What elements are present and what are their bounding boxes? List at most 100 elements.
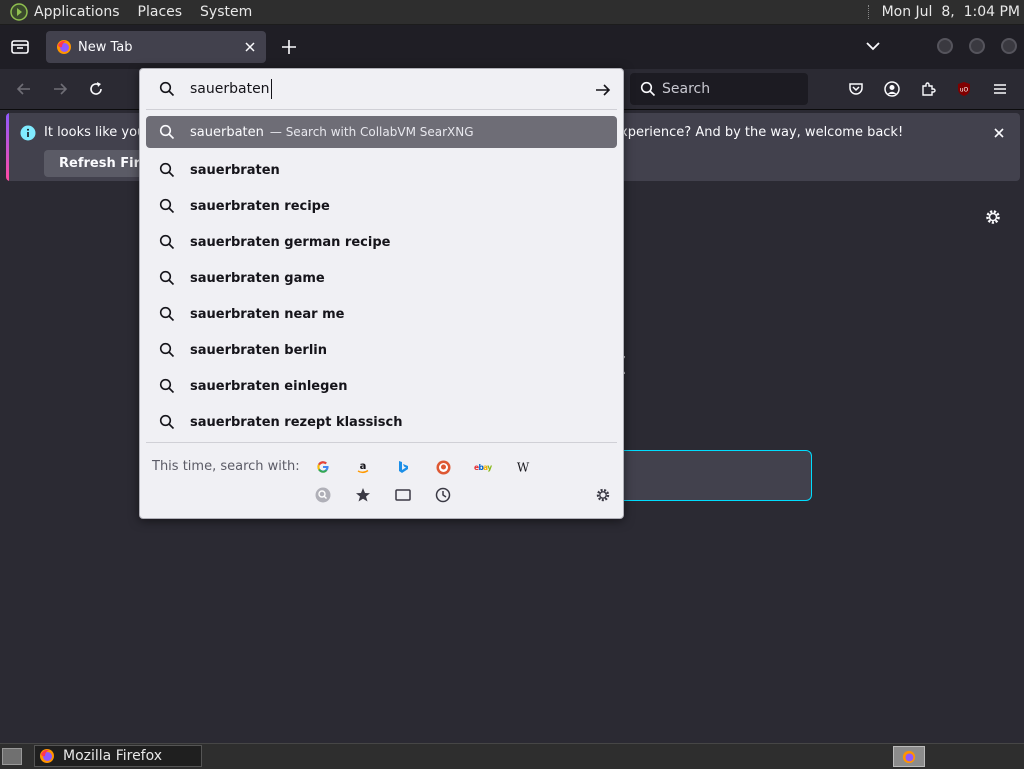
menu-places[interactable]: Places (138, 4, 183, 20)
svg-text:a: a (360, 461, 367, 472)
list-all-tabs-chevron-icon[interactable] (865, 40, 881, 52)
urlbar-dropdown: sauerbaten sauerbaten — Search with Colla… (139, 68, 624, 519)
oneoff-label: This time, search with: (152, 459, 300, 474)
suggestion-row[interactable]: sauerbraten recipe (146, 188, 617, 224)
hamburger-menu-icon[interactable] (992, 81, 1008, 97)
heuristic-result-row[interactable]: sauerbaten — Search with CollabVM SearXNG (146, 116, 617, 148)
wikipedia-icon: W (517, 461, 530, 473)
svg-text:uO: uO (960, 87, 969, 94)
search-icon (159, 414, 175, 430)
heuristic-query: sauerbaten (190, 124, 264, 140)
google-engine-button[interactable] (312, 456, 334, 478)
suggestion-text: sauerbraten recipe (190, 198, 330, 214)
duckduckgo-engine-button[interactable] (432, 456, 454, 478)
search-icon (159, 162, 175, 178)
search-icon (159, 198, 175, 214)
suggestion-row[interactable]: sauerbraten (146, 152, 617, 188)
search-bar-placeholder: Search (662, 81, 711, 97)
close-window-button[interactable] (1001, 38, 1017, 54)
notification-message: It looks like you (44, 125, 146, 140)
go-arrow-icon[interactable] (595, 82, 611, 98)
back-arrow-icon[interactable] (16, 81, 32, 97)
info-icon (20, 125, 36, 141)
suggestion-list: sauerbraten sauerbraten recipe sauerbraten… (146, 152, 617, 440)
bing-icon (399, 461, 408, 473)
firefox-favicon-icon (57, 40, 71, 54)
ublock-origin-icon[interactable]: uO (956, 81, 972, 97)
suggestion-row[interactable]: sauerbraten rezept klassisch (146, 404, 617, 440)
suggestion-row[interactable]: sauerbraten near me (146, 296, 617, 332)
clock[interactable]: Mon Jul 8, 1:04 PM (882, 4, 1020, 20)
pocket-icon[interactable] (848, 81, 864, 97)
tab-new-tab[interactable]: New Tab (46, 31, 266, 63)
search-bar[interactable]: Search (630, 73, 808, 105)
distro-logo-icon[interactable] (10, 3, 28, 21)
close-notification-icon[interactable] (992, 126, 1006, 140)
tabs-mode-button[interactable] (392, 484, 414, 506)
oneoff-divider (146, 442, 617, 443)
search-mode-button[interactable] (312, 484, 334, 506)
svg-text:W: W (517, 461, 530, 473)
firefox-workspace-icon (902, 750, 916, 763)
suggestion-text: sauerbraten berlin (190, 342, 327, 358)
bottom-taskbar: Mozilla Firefox (0, 743, 1024, 769)
wikipedia-engine-button[interactable]: W (512, 456, 534, 478)
new-tab-search-box[interactable] (610, 450, 812, 501)
search-icon (159, 270, 175, 286)
amazon-engine-button[interactable]: a (352, 456, 374, 478)
suggestion-text: sauerbraten rezept klassisch (190, 414, 403, 430)
heuristic-action: — Search with CollabVM SearXNG (269, 124, 474, 139)
panel-status-area: Mon Jul 8, 1:04 PM (867, 4, 1020, 20)
account-icon[interactable] (884, 81, 900, 97)
search-icon (159, 378, 175, 394)
customize-new-tab-gear-icon[interactable] (984, 208, 1002, 226)
firefox-taskbar-icon (40, 749, 54, 763)
notification-message-continued: xperience? And by the way, welcome back! (620, 125, 904, 140)
google-icon (317, 461, 329, 473)
search-icon (159, 234, 175, 250)
heuristic-result-text: sauerbaten — Search with CollabVM SearXNG (190, 125, 474, 140)
suggestion-row[interactable]: sauerbraten german recipe (146, 224, 617, 260)
urlbar-input-row: sauerbaten (140, 69, 623, 109)
taskbar-firefox-window[interactable]: Mozilla Firefox (34, 745, 202, 767)
search-settings-button[interactable] (592, 484, 614, 506)
history-icon (435, 487, 451, 503)
suggestion-text: sauerbraten game (190, 270, 325, 286)
duckduckgo-icon (436, 460, 450, 474)
urlbar-input[interactable]: sauerbaten (190, 79, 272, 99)
workspace-switcher[interactable] (893, 746, 925, 767)
tab-title: New Tab (78, 39, 133, 55)
minimize-window-button[interactable] (937, 38, 953, 54)
suggestion-row[interactable]: sauerbraten einlegen (146, 368, 617, 404)
suggestion-text: sauerbraten german recipe (190, 234, 391, 250)
show-desktop-button[interactable] (2, 748, 22, 765)
forward-arrow-icon[interactable] (52, 81, 68, 97)
firefox-view-icon[interactable] (11, 39, 29, 55)
history-mode-button[interactable] (432, 484, 454, 506)
svg-text:y: y (487, 463, 492, 472)
ebay-engine-button[interactable]: e b a y (472, 456, 494, 478)
bookmarks-mode-button[interactable] (352, 484, 374, 506)
search-icon (159, 306, 175, 322)
menu-applications[interactable]: Applications (34, 4, 120, 20)
menu-system[interactable]: System (200, 4, 252, 20)
ebay-icon: e b a y (474, 463, 492, 472)
urlbar-results-list: sauerbaten — Search with CollabVM SearXNG… (146, 116, 617, 440)
maximize-window-button[interactable] (969, 38, 985, 54)
new-tab-plus-icon[interactable] (280, 38, 298, 56)
suggestion-row[interactable]: sauerbraten game (146, 260, 617, 296)
tab-strip: New Tab (0, 25, 1024, 69)
suggestion-text: sauerbraten near me (190, 306, 345, 322)
amazon-icon: a (357, 461, 369, 474)
top-panel: Applications Places System Mon Jul 8, 1:… (0, 0, 1024, 25)
reload-icon[interactable] (88, 81, 104, 97)
extensions-puzzle-icon[interactable] (920, 81, 936, 97)
suggestion-text: sauerbraten einlegen (190, 378, 348, 394)
taskbar-window-label: Mozilla Firefox (63, 748, 163, 764)
bookmarks-icon (356, 488, 370, 502)
notification-accent-stripe (6, 113, 9, 181)
suggestion-row[interactable]: sauerbraten berlin (146, 332, 617, 368)
search-mode-icon (315, 487, 331, 503)
close-tab-icon[interactable] (242, 39, 258, 55)
bing-engine-button[interactable] (392, 456, 414, 478)
